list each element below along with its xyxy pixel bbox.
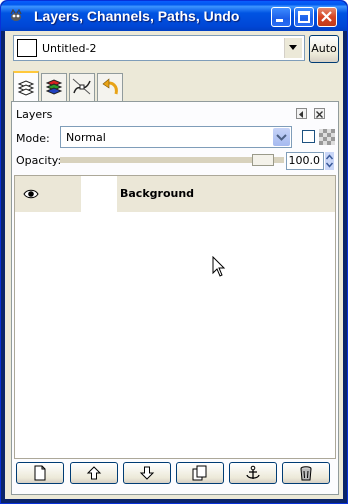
tab-paths[interactable]	[69, 73, 95, 101]
auto-button[interactable]: Auto	[309, 35, 339, 63]
panel-close-button[interactable]	[314, 108, 325, 119]
layer-row-background[interactable]: Background	[15, 176, 335, 212]
raise-layer-button[interactable]	[70, 462, 118, 484]
anchor-layer-icon	[246, 465, 260, 479]
close-icon	[321, 11, 332, 22]
close-button[interactable]	[317, 7, 337, 27]
mode-select[interactable]: Normal	[60, 126, 292, 148]
mode-value: Normal	[66, 131, 106, 144]
duplicate-layer-button[interactable]	[176, 462, 224, 484]
chevron-down-icon	[276, 134, 287, 141]
layer-list[interactable]: Background	[14, 175, 336, 459]
channels-icon	[45, 79, 63, 95]
paths-icon	[72, 78, 91, 95]
new-layer-button[interactable]	[16, 462, 64, 484]
layer-name[interactable]: Background	[120, 187, 194, 200]
delete-layer-icon	[300, 466, 312, 481]
mode-dropdown-button[interactable]	[273, 128, 290, 146]
spin-arrows-icon	[325, 152, 334, 170]
opacity-slider-fill	[60, 157, 284, 163]
minimize-icon	[276, 19, 283, 22]
opacity-spin-buttons[interactable]	[325, 152, 334, 170]
dock-client-area: Untitled-2 Auto Layers Mode: Normal Opac…	[5, 31, 343, 499]
anchor-layer-button[interactable]	[229, 462, 277, 484]
opacity-label: Opacity:	[16, 154, 62, 167]
close-icon	[316, 111, 323, 118]
minimize-button[interactable]	[271, 7, 291, 27]
layers-button-bar	[16, 462, 338, 490]
maximize-icon	[298, 11, 310, 23]
image-selector-dropdown[interactable]	[284, 38, 302, 58]
delete-layer-button[interactable]	[282, 462, 330, 484]
layers-icon	[17, 80, 35, 96]
lock-alpha-checkbox[interactable]	[302, 130, 315, 143]
undo-icon	[102, 78, 118, 95]
window-title: Layers, Channels, Paths, Undo	[34, 8, 240, 24]
layers-panel: Layers Mode: Normal Opacity: 100.0 Backg…	[11, 101, 339, 495]
tab-undo[interactable]	[97, 73, 123, 101]
image-selector-combo[interactable]: Untitled-2	[13, 35, 305, 61]
panel-menu-button[interactable]	[296, 108, 307, 119]
tab-channels[interactable]	[41, 73, 67, 101]
image-thumbnail	[17, 39, 37, 57]
eye-icon[interactable]	[23, 186, 39, 202]
opacity-spinbox[interactable]: 100.0	[286, 152, 324, 170]
layer-thumbnail	[81, 176, 117, 212]
raise-layer-icon	[86, 466, 102, 480]
image-name: Untitled-2	[42, 42, 97, 55]
duplicate-layer-icon	[192, 465, 207, 481]
new-layer-icon	[34, 465, 46, 481]
opacity-slider[interactable]	[60, 154, 284, 166]
opacity-slider-thumb[interactable]	[252, 154, 274, 166]
dock-tabs	[13, 71, 343, 102]
image-selector-row: Untitled-2 Auto	[13, 35, 339, 63]
chevron-down-icon	[289, 45, 297, 50]
lower-layer-button[interactable]	[123, 462, 171, 484]
title-bar[interactable]: Layers, Channels, Paths, Undo	[1, 1, 347, 31]
triangle-left-icon	[299, 111, 303, 118]
gimp-icon	[10, 9, 22, 21]
alpha-lock-icon	[319, 129, 335, 145]
tab-layers[interactable]	[13, 71, 39, 102]
maximize-button[interactable]	[294, 7, 314, 27]
lower-layer-icon	[139, 466, 155, 480]
dock-window: Layers, Channels, Paths, Undo Untitled-2…	[0, 0, 348, 504]
mode-label: Mode:	[16, 132, 50, 145]
mouse-cursor-icon	[212, 256, 226, 277]
panel-title: Layers	[16, 108, 53, 121]
